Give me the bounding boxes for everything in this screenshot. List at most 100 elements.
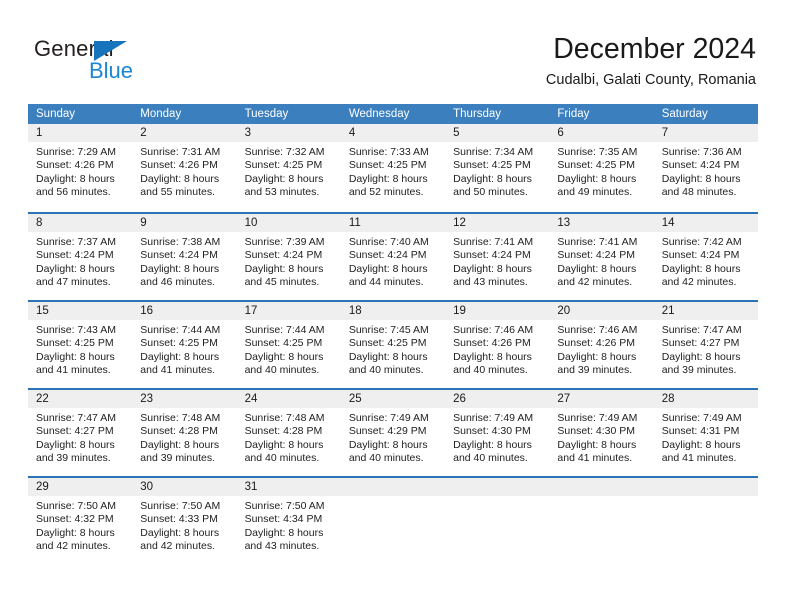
day-details: Sunrise: 7:41 AM Sunset: 4:24 PM Daylight:…	[549, 232, 653, 289]
page-subtitle: Cudalbi, Galati County, Romania	[545, 72, 756, 88]
calendar-day-cell[interactable]: 4 Sunrise: 7:33 AM Sunset: 4:25 PM Daylight…	[340, 124, 446, 212]
day-daylight2-text: and 42 minutes.	[36, 539, 111, 552]
day-sunrise-text: Sunrise: 7:31 AM	[140, 146, 221, 158]
day-sunrise-text: Sunrise: 7:47 AM	[36, 412, 116, 424]
calendar-day-cell[interactable]: 22 Sunrise: 7:47 AM Sunset: 4:27 PM Dayligh…	[28, 390, 133, 476]
calendar-week-row: 22 Sunrise: 7:47 AM Sunset: 4:27 PM Dayligh…	[28, 388, 758, 476]
day-daylight1-text: Daylight: 8 hours	[348, 350, 428, 363]
calendar-day-cell[interactable]: 19 Sunrise: 7:46 AM Sunset: 4:26 PM Dayligh…	[445, 302, 550, 388]
calendar-day-cell[interactable]: 17 Sunrise: 7:44 AM Sunset: 4:25 PM Dayligh…	[236, 302, 341, 388]
day-daylight1-text: Daylight: 8 hours	[453, 172, 532, 185]
calendar-day-cell[interactable]: 30 Sunrise: 7:50 AM Sunset: 4:33 PM Dayligh…	[132, 478, 237, 564]
calendar-day-cell[interactable]: 16 Sunrise: 7:44 AM Sunset: 4:25 PM Dayligh…	[132, 302, 237, 388]
calendar-day-cell[interactable]: 14 Sunrise: 7:42 AM Sunset: 4:24 PM Dayligh…	[653, 214, 758, 300]
day-sunrise-text: Sunrise: 7:49 AM	[453, 412, 534, 424]
calendar-day-cell[interactable]: 11 Sunrise: 7:40 AM Sunset: 4:24 PM Dayligh…	[340, 214, 446, 300]
day-number: 19	[445, 302, 550, 320]
day-daylight2-text: and 52 minutes.	[348, 185, 424, 198]
day-details: Sunrise: 7:47 AM Sunset: 4:27 PM Daylight:…	[28, 408, 132, 465]
day-daylight1-text: Daylight: 8 hours	[244, 438, 324, 451]
calendar-day-cell[interactable]: 9 Sunrise: 7:38 AM Sunset: 4:24 PM Daylight…	[132, 214, 237, 300]
day-details: Sunrise: 7:39 AM Sunset: 4:24 PM Daylight:…	[237, 232, 341, 289]
day-daylight1-text: Daylight: 8 hours	[453, 438, 532, 451]
day-sunset-text: Sunset: 4:25 PM	[244, 337, 323, 350]
day-number: 20	[549, 302, 654, 320]
day-daylight2-text: and 42 minutes.	[557, 275, 633, 288]
day-daylight1-text: Daylight: 8 hours	[661, 172, 741, 185]
day-number: 24	[236, 390, 341, 408]
calendar-day-cell[interactable]: 13 Sunrise: 7:41 AM Sunset: 4:24 PM Dayligh…	[549, 214, 654, 300]
calendar-day-cell[interactable]: 31 Sunrise: 7:50 AM Sunset: 4:34 PM Dayligh…	[236, 478, 341, 564]
day-sunrise-text: Sunrise: 7:42 AM	[661, 236, 742, 248]
calendar-day-cell[interactable]: 26 Sunrise: 7:49 AM Sunset: 4:30 PM Dayligh…	[445, 390, 550, 476]
day-sunset-text: Sunset: 4:32 PM	[36, 513, 114, 526]
calendar-day-cell[interactable]: 28 Sunrise: 7:49 AM Sunset: 4:31 PM Dayligh…	[653, 390, 758, 476]
calendar-week-row: 8 Sunrise: 7:37 AM Sunset: 4:24 PM Daylight…	[28, 212, 758, 300]
calendar-day-cell[interactable]: 2 Sunrise: 7:31 AM Sunset: 4:26 PM Daylight…	[132, 124, 237, 212]
day-daylight2-text: and 56 minutes.	[36, 185, 111, 198]
day-sunset-text: Sunset: 4:25 PM	[140, 337, 218, 350]
day-sunrise-text: Sunrise: 7:48 AM	[140, 412, 221, 424]
day-daylight1-text: Daylight: 8 hours	[36, 262, 115, 275]
day-sunset-text: Sunset: 4:25 PM	[36, 337, 114, 350]
brand-name-blue: Blue	[89, 58, 134, 83]
day-sunrise-text: Sunrise: 7:49 AM	[348, 412, 429, 424]
day-daylight1-text: Daylight: 8 hours	[244, 172, 324, 185]
day-details: Sunrise: 7:48 AM Sunset: 4:28 PM Daylight:…	[237, 408, 341, 465]
day-details: Sunrise: 7:49 AM Sunset: 4:29 PM Daylight:…	[341, 408, 445, 465]
calendar-day-cell[interactable]: 12 Sunrise: 7:41 AM Sunset: 4:24 PM Dayligh…	[445, 214, 550, 300]
day-daylight2-text: and 55 minutes.	[140, 185, 215, 198]
day-number: 12	[445, 214, 550, 232]
day-daylight2-text: and 39 minutes.	[557, 363, 633, 376]
day-details: Sunrise: 7:43 AM Sunset: 4:25 PM Daylight:…	[28, 320, 132, 377]
day-daylight2-text: and 41 minutes.	[661, 451, 737, 464]
title-block: December 2024 Cudalbi, Galati County, Ro…	[546, 32, 756, 89]
day-daylight1-text: Daylight: 8 hours	[36, 438, 115, 451]
day-sunset-text: Sunset: 4:25 PM	[244, 159, 323, 172]
day-daylight2-text: and 40 minutes.	[453, 451, 528, 464]
day-sunrise-text: Sunrise: 7:46 AM	[557, 324, 638, 336]
day-daylight1-text: Daylight: 8 hours	[140, 526, 220, 539]
day-sunrise-text: Sunrise: 7:43 AM	[36, 324, 116, 336]
day-daylight1-text: Daylight: 8 hours	[244, 526, 324, 539]
calendar-day-cell[interactable]: 1 Sunrise: 7:29 AM Sunset: 4:26 PM Daylight…	[28, 124, 133, 212]
calendar-week-row: 29 Sunrise: 7:50 AM Sunset: 4:32 PM Dayligh…	[28, 476, 758, 564]
weekday-header-saturday: Saturday	[661, 108, 708, 120]
calendar-day-cell[interactable]: 21 Sunrise: 7:47 AM Sunset: 4:27 PM Dayligh…	[653, 302, 758, 388]
day-sunrise-text: Sunrise: 7:29 AM	[36, 146, 116, 158]
day-sunset-text: Sunset: 4:25 PM	[348, 159, 427, 172]
day-sunset-text: Sunset: 4:26 PM	[36, 159, 114, 172]
day-sunset-text: Sunset: 4:31 PM	[661, 425, 740, 438]
day-daylight1-text: Daylight: 8 hours	[140, 350, 220, 363]
day-daylight1-text: Daylight: 8 hours	[140, 438, 220, 451]
calendar-day-cell[interactable]: 15 Sunrise: 7:43 AM Sunset: 4:25 PM Dayligh…	[28, 302, 133, 388]
day-sunrise-text: Sunrise: 7:45 AM	[348, 324, 429, 336]
calendar-day-cell[interactable]: 27 Sunrise: 7:49 AM Sunset: 4:30 PM Dayligh…	[549, 390, 654, 476]
day-number: 25	[340, 390, 446, 408]
day-number: 11	[340, 214, 446, 232]
calendar-day-cell[interactable]: 6 Sunrise: 7:35 AM Sunset: 4:25 PM Daylight…	[549, 124, 654, 212]
calendar-day-cell[interactable]: 7 Sunrise: 7:36 AM Sunset: 4:24 PM Daylight…	[653, 124, 758, 212]
calendar-day-cell[interactable]: 24 Sunrise: 7:48 AM Sunset: 4:28 PM Dayligh…	[236, 390, 341, 476]
calendar-day-cell[interactable]: 10 Sunrise: 7:39 AM Sunset: 4:24 PM Dayligh…	[236, 214, 341, 300]
day-daylight1-text: Daylight: 8 hours	[36, 172, 115, 185]
calendar-day-cell[interactable]: 23 Sunrise: 7:48 AM Sunset: 4:28 PM Dayligh…	[132, 390, 237, 476]
day-sunrise-text: Sunrise: 7:48 AM	[244, 412, 325, 424]
day-daylight2-text: and 42 minutes.	[661, 275, 737, 288]
calendar-day-cell[interactable]: 25 Sunrise: 7:49 AM Sunset: 4:29 PM Dayligh…	[340, 390, 446, 476]
day-number: 22	[28, 390, 133, 408]
day-daylight1-text: Daylight: 8 hours	[36, 350, 115, 363]
calendar-day-cell[interactable]: 18 Sunrise: 7:45 AM Sunset: 4:25 PM Dayligh…	[340, 302, 446, 388]
day-daylight1-text: Daylight: 8 hours	[453, 350, 532, 363]
calendar-day-cell[interactable]: 3 Sunrise: 7:32 AM Sunset: 4:25 PM Daylight…	[236, 124, 341, 212]
day-daylight2-text: and 44 minutes.	[348, 275, 424, 288]
day-daylight2-text: and 41 minutes.	[557, 451, 633, 464]
calendar-day-cell[interactable]: 20 Sunrise: 7:46 AM Sunset: 4:26 PM Dayligh…	[549, 302, 654, 388]
day-daylight1-text: Daylight: 8 hours	[557, 262, 637, 275]
calendar-day-cell[interactable]: 29 Sunrise: 7:50 AM Sunset: 4:32 PM Dayligh…	[28, 478, 133, 564]
calendar-day-cell[interactable]: 5 Sunrise: 7:34 AM Sunset: 4:25 PM Daylight…	[445, 124, 550, 212]
calendar-day-cell[interactable]: 8 Sunrise: 7:37 AM Sunset: 4:24 PM Daylight…	[28, 214, 133, 300]
day-daylight2-text: and 45 minutes.	[244, 275, 320, 288]
day-details: Sunrise: 7:46 AM Sunset: 4:26 PM Daylight:…	[445, 320, 549, 377]
brand-logo[interactable]: General Blue	[34, 36, 214, 86]
